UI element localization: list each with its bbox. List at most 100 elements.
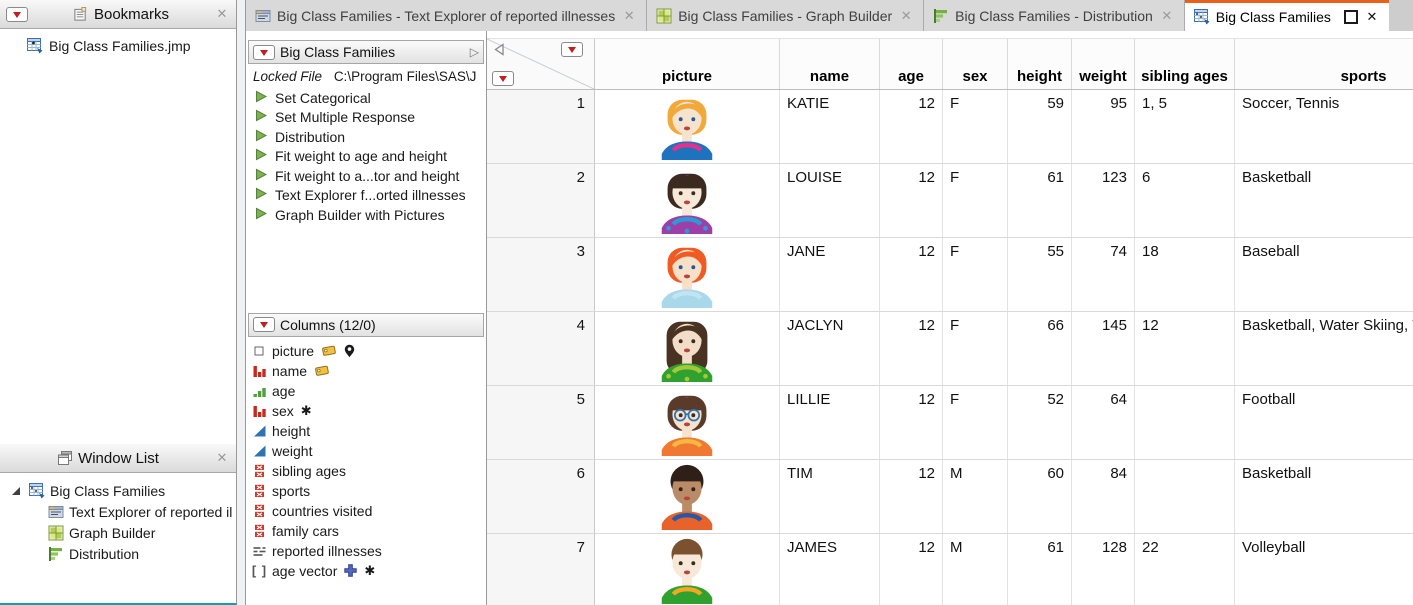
cell-weight[interactable]: 145: [1072, 312, 1135, 385]
cell-sibling-ages[interactable]: 22: [1135, 534, 1235, 605]
cell-weight[interactable]: 95: [1072, 90, 1135, 163]
bookmarks-close-icon[interactable]: ✕: [214, 6, 230, 22]
cell-age[interactable]: 12: [880, 238, 943, 311]
cell-sports[interactable]: Soccer, Tennis: [1235, 90, 1413, 163]
cell-name[interactable]: JANE: [780, 238, 880, 311]
cell-sibling-ages[interactable]: [1135, 386, 1235, 459]
cell-sex[interactable]: F: [943, 238, 1008, 311]
columns-menu-button[interactable]: [253, 317, 275, 332]
cell-weight[interactable]: 123: [1072, 164, 1135, 237]
cell-sibling-ages[interactable]: [1135, 460, 1235, 533]
column-item-height[interactable]: height: [252, 421, 486, 441]
row-number-cell[interactable]: 6: [487, 460, 595, 533]
cell-height[interactable]: 55: [1008, 238, 1072, 311]
cell-sports[interactable]: Basketball: [1235, 164, 1413, 237]
cell-sex[interactable]: M: [943, 534, 1008, 605]
bookmark-item[interactable]: Big Class Families.jmp: [0, 29, 236, 54]
cell-sex[interactable]: F: [943, 90, 1008, 163]
cell-picture[interactable]: [595, 90, 780, 163]
cell-name[interactable]: KATIE: [780, 90, 880, 163]
cell-height[interactable]: 52: [1008, 386, 1072, 459]
column-item-family-cars[interactable]: family cars: [252, 521, 486, 541]
cell-weight[interactable]: 74: [1072, 238, 1135, 311]
cell-name[interactable]: JACLYN: [780, 312, 880, 385]
cell-name[interactable]: LILLIE: [780, 386, 880, 459]
cell-picture[interactable]: [595, 460, 780, 533]
tab-float-window-icon[interactable]: [1344, 10, 1358, 24]
cell-age[interactable]: 12: [880, 164, 943, 237]
cell-sports[interactable]: Basketball, Water Skiing, V: [1235, 312, 1413, 385]
window-list-item-big-class-families[interactable]: Big Class Families: [0, 473, 236, 501]
table-menu-button[interactable]: [253, 45, 275, 60]
table-script-graph-builder-with-pictures[interactable]: Graph Builder with Pictures: [255, 205, 486, 225]
cell-picture[interactable]: [595, 238, 780, 311]
tab-big-class-families-graph-builder[interactable]: Big Class Families - Graph Builder✕: [647, 0, 924, 31]
table-script-set-multiple-response[interactable]: Set Multiple Response: [255, 108, 486, 128]
column-item-sports[interactable]: sports: [252, 481, 486, 501]
tab-close-icon[interactable]: ✕: [898, 8, 914, 24]
row-number-cell[interactable]: 3: [487, 238, 595, 311]
cell-picture[interactable]: [595, 534, 780, 605]
cell-weight[interactable]: 128: [1072, 534, 1135, 605]
cell-picture[interactable]: [595, 312, 780, 385]
cell-picture[interactable]: [595, 386, 780, 459]
column-header-sex[interactable]: sex: [943, 39, 1008, 89]
cell-height[interactable]: 66: [1008, 312, 1072, 385]
disclosure-right-icon[interactable]: ▷: [470, 45, 479, 59]
column-item-sex[interactable]: sex✱: [252, 401, 486, 421]
column-item-picture[interactable]: picture: [252, 341, 486, 361]
tab-big-class-families-text-explorer-of-reported-illnesses[interactable]: Big Class Families - Text Explorer of re…: [246, 0, 647, 31]
row-number-cell[interactable]: 2: [487, 164, 595, 237]
row-number-cell[interactable]: 1: [487, 90, 595, 163]
cell-weight[interactable]: 64: [1072, 386, 1135, 459]
cell-sex[interactable]: F: [943, 164, 1008, 237]
column-header-sibling-ages[interactable]: sibling ages: [1135, 39, 1235, 89]
cell-age[interactable]: 12: [880, 90, 943, 163]
tab-close-icon[interactable]: ✕: [1364, 9, 1380, 25]
columns-corner-menu-button[interactable]: [561, 42, 583, 57]
column-item-age-vector[interactable]: [ ]age vector✱: [252, 561, 486, 581]
column-header-name[interactable]: name: [780, 39, 880, 89]
cell-sex[interactable]: F: [943, 386, 1008, 459]
cell-name[interactable]: TIM: [780, 460, 880, 533]
column-header-weight[interactable]: weight: [1072, 39, 1135, 89]
cell-name[interactable]: JAMES: [780, 534, 880, 605]
column-header-height[interactable]: height: [1008, 39, 1072, 89]
rows-corner-menu-button[interactable]: [492, 71, 514, 86]
cell-weight[interactable]: 84: [1072, 460, 1135, 533]
column-header-sports[interactable]: sports: [1235, 39, 1413, 89]
column-item-weight[interactable]: weight: [252, 441, 486, 461]
tab-big-class-families-distribution[interactable]: Big Class Families - Distribution✕: [924, 0, 1185, 31]
cell-sex[interactable]: F: [943, 312, 1008, 385]
window-list-close-icon[interactable]: ✕: [214, 450, 230, 466]
cell-sibling-ages[interactable]: 1, 5: [1135, 90, 1235, 163]
cell-age[interactable]: 12: [880, 386, 943, 459]
window-list-item-graph-builder[interactable]: Graph Builder: [0, 522, 236, 543]
tab-close-icon[interactable]: ✕: [621, 8, 637, 24]
cell-height[interactable]: 60: [1008, 460, 1072, 533]
cell-age[interactable]: 12: [880, 460, 943, 533]
cell-sibling-ages[interactable]: 18: [1135, 238, 1235, 311]
cell-sports[interactable]: Basketball: [1235, 460, 1413, 533]
tree-expanded-icon[interactable]: [8, 483, 24, 499]
table-script-fit-weight-to-a-tor-and-height[interactable]: Fit weight to a...tor and height: [255, 166, 486, 186]
row-number-cell[interactable]: 5: [487, 386, 595, 459]
cell-age[interactable]: 12: [880, 312, 943, 385]
table-script-text-explorer-f-orted-illnesses[interactable]: Text Explorer f...orted illnesses: [255, 186, 486, 206]
table-script-set-categorical[interactable]: Set Categorical: [255, 88, 486, 108]
tab-close-icon[interactable]: ✕: [1159, 8, 1175, 24]
column-item-name[interactable]: name: [252, 361, 486, 381]
cell-height[interactable]: 61: [1008, 534, 1072, 605]
dock-splitter[interactable]: [237, 0, 246, 605]
cell-picture[interactable]: [595, 164, 780, 237]
cell-name[interactable]: LOUISE: [780, 164, 880, 237]
cell-sports[interactable]: Football: [1235, 386, 1413, 459]
column-header-picture[interactable]: picture: [595, 39, 780, 89]
window-list-item-text-explorer-of-reported-il[interactable]: Text Explorer of reported il: [0, 501, 236, 522]
column-item-age[interactable]: age: [252, 381, 486, 401]
row-number-cell[interactable]: 4: [487, 312, 595, 385]
window-list-item-distribution[interactable]: Distribution: [0, 543, 236, 564]
cell-sex[interactable]: M: [943, 460, 1008, 533]
cell-sibling-ages[interactable]: 12: [1135, 312, 1235, 385]
column-header-age[interactable]: age: [880, 39, 943, 89]
